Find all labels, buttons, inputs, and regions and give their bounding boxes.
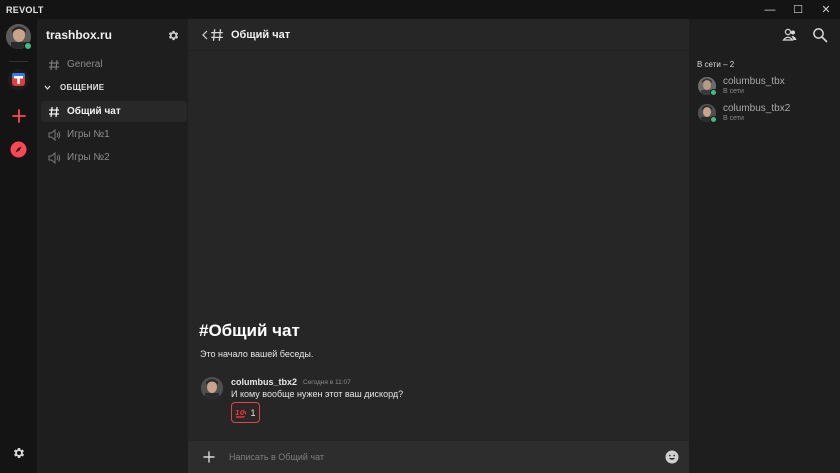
server-icon-trashbox[interactable] [8,69,29,90]
member-list: В сети – 2 columbus_tbx В сети columbus_… [689,19,840,473]
plus-icon [11,108,26,123]
message-input[interactable] [229,452,665,462]
hundred-points-icon: 100 [235,407,246,418]
emoji-icon[interactable] [665,450,679,464]
app-name: REVOLT [6,4,44,15]
settings-button[interactable] [9,443,28,462]
search-icon[interactable] [812,27,828,43]
server-name: trashbox.ru [46,28,113,42]
speaker-icon [47,128,61,142]
plus-icon[interactable] [202,450,216,464]
title-bar: REVOLT — ☐ ✕ [0,0,840,19]
channel-general[interactable]: General [41,54,187,75]
hash-icon [210,28,224,42]
members-online-header: В сети – 2 [697,60,735,69]
member-name: columbus_tbx [723,76,785,87]
rail-divider [9,61,28,62]
maximize-button[interactable]: ☐ [784,0,812,19]
conversation-intro-subtitle: Это начало вашей беседы. [200,349,314,359]
hash-icon [47,58,61,72]
server-header[interactable]: trashbox.ru [37,19,188,51]
reaction-button[interactable]: 100 1 [231,402,260,423]
channel-sidebar: trashbox.ru General ОБЩЕНИЕ Общий чат Иг… [37,19,188,473]
members-icon[interactable] [782,27,798,43]
member-item[interactable]: columbus_tbx В сети [697,76,837,98]
server-rail [0,19,37,473]
svg-text:100: 100 [235,409,246,417]
channel-label: Игры №1 [67,129,110,140]
channel-label: General [67,59,103,70]
channel-label: Игры №2 [67,152,110,163]
close-button[interactable]: ✕ [812,0,840,19]
message-text: И кому вообще нужен этот ваш дискорд? [231,389,404,399]
chevron-down-icon [43,83,52,92]
server-settings-icon[interactable] [167,29,180,42]
add-server-button[interactable] [8,105,29,126]
member-status: В сети [723,115,744,122]
speaker-icon [47,151,61,165]
hash-icon [47,105,61,119]
header-actions [689,19,840,51]
reaction-count: 1 [250,407,256,418]
message-avatar[interactable] [201,377,223,399]
user-status-online-icon [24,42,32,50]
member-status: В сети [723,88,744,95]
message-timestamp: Сегодня в 11:07 [303,379,351,386]
discover-button[interactable] [8,139,29,160]
category-label: ОБЩЕНИЕ [60,83,105,92]
conversation-intro-title: #Общий чат [199,321,300,340]
channel-igry-1[interactable]: Игры №1 [41,124,187,145]
message-author[interactable]: columbus_tbx2 [231,377,297,387]
member-item[interactable]: columbus_tbx2 В сети [697,103,837,125]
chat-title: Общий чат [231,28,291,41]
chat-area: Общий чат #Общий чат Это начало вашей бе… [188,19,689,473]
minimize-button[interactable]: — [756,0,784,19]
gear-icon [13,447,24,458]
message-composer [188,441,689,473]
compass-icon [10,141,27,158]
channel-label: Общий чат [67,106,121,117]
chat-header: Общий чат [188,19,689,51]
channel-igry-2[interactable]: Игры №2 [41,147,187,168]
channel-obshchiy-chat[interactable]: Общий чат [41,101,187,122]
online-status-icon [710,89,717,96]
online-status-icon [710,116,717,123]
chevron-left-icon[interactable] [202,30,208,40]
member-name: columbus_tbx2 [723,103,791,114]
category-header[interactable]: ОБЩЕНИЕ [43,83,104,92]
window-controls: — ☐ ✕ [756,0,840,19]
